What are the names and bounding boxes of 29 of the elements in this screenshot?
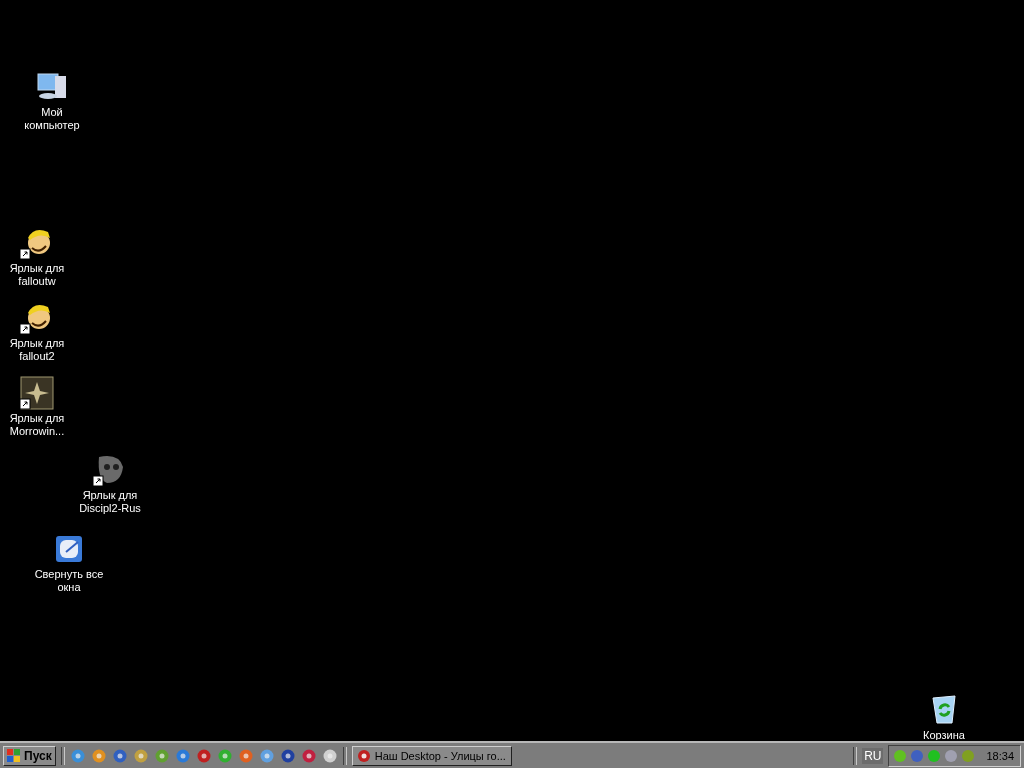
- icon-label: Ярлык для Discipl2-Rus: [78, 489, 142, 515]
- quick-launch-icon[interactable]: [111, 747, 128, 764]
- quick-launch-icon[interactable]: [258, 747, 275, 764]
- task-button[interactable]: Наш Desktop - Улицы го...: [351, 745, 512, 766]
- quick-launch-icon[interactable]: [321, 747, 338, 764]
- quick-launch-icon[interactable]: [237, 747, 254, 764]
- icon-label: Ярлык для fallout2: [8, 337, 66, 363]
- quick-launch-icon[interactable]: [300, 747, 317, 764]
- quick-launch-icon[interactable]: [216, 747, 233, 764]
- quick-launch-icon[interactable]: [132, 747, 149, 764]
- app-icon: [356, 748, 371, 763]
- icon-label: Ярлык для Morrowin...: [8, 412, 66, 438]
- quick-launch-icon[interactable]: [195, 747, 212, 764]
- desktop-icon[interactable]: [20, 376, 54, 410]
- tray-icon[interactable]: [893, 748, 908, 763]
- icon-label: Мой компьютер: [23, 106, 81, 132]
- quick-launch-icon[interactable]: [174, 747, 191, 764]
- tray-icon[interactable]: [927, 748, 942, 763]
- language-indicator[interactable]: RU: [862, 747, 884, 764]
- clock: 18:34: [986, 749, 1014, 762]
- quick-launch-icon[interactable]: [153, 747, 170, 764]
- quick-launch-icon[interactable]: [69, 747, 86, 764]
- quick-launch-icon[interactable]: [90, 747, 107, 764]
- start-button[interactable]: Пуск: [3, 745, 56, 766]
- tray-icon[interactable]: [944, 748, 959, 763]
- icon-label: Свернуть все окна: [33, 568, 105, 594]
- quick-launch-icon[interactable]: [279, 747, 296, 764]
- icon-label: Ярлык для falloutw: [8, 262, 66, 288]
- windows-flag-icon: [7, 749, 21, 762]
